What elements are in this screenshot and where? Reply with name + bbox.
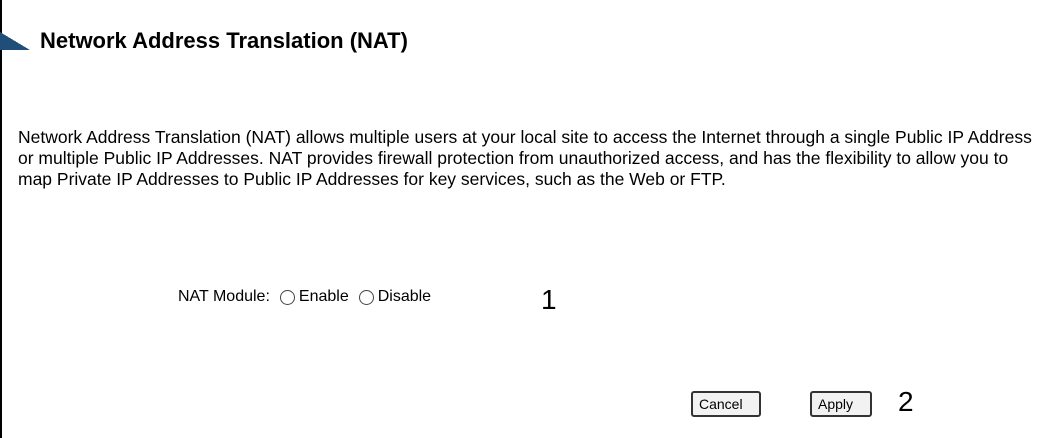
page-title: Network Address Translation (NAT): [40, 28, 408, 53]
nat-module-label: NAT Module:: [178, 288, 270, 305]
apply-button[interactable]: Apply: [810, 391, 872, 417]
title-arrow-icon: [0, 32, 30, 50]
nat-disable-label: Disable: [377, 288, 432, 305]
nat-disable-radio[interactable]: Disable: [358, 288, 432, 306]
radio-circle-icon[interactable]: [358, 289, 374, 305]
cancel-button[interactable]: Cancel: [691, 391, 761, 417]
annotation-number-2: 2: [898, 386, 914, 417]
nat-enable-radio[interactable]: Enable: [279, 288, 349, 306]
annotation-number-1: 1: [541, 284, 557, 315]
nat-enable-label: Enable: [298, 288, 349, 305]
page-description: Network Address Translation (NAT) allows…: [18, 127, 1032, 189]
radio-circle-icon[interactable]: [279, 289, 295, 305]
page-left-border: [0, 0, 2, 438]
nat-module-row: NAT Module: Enable Disable: [178, 288, 441, 306]
